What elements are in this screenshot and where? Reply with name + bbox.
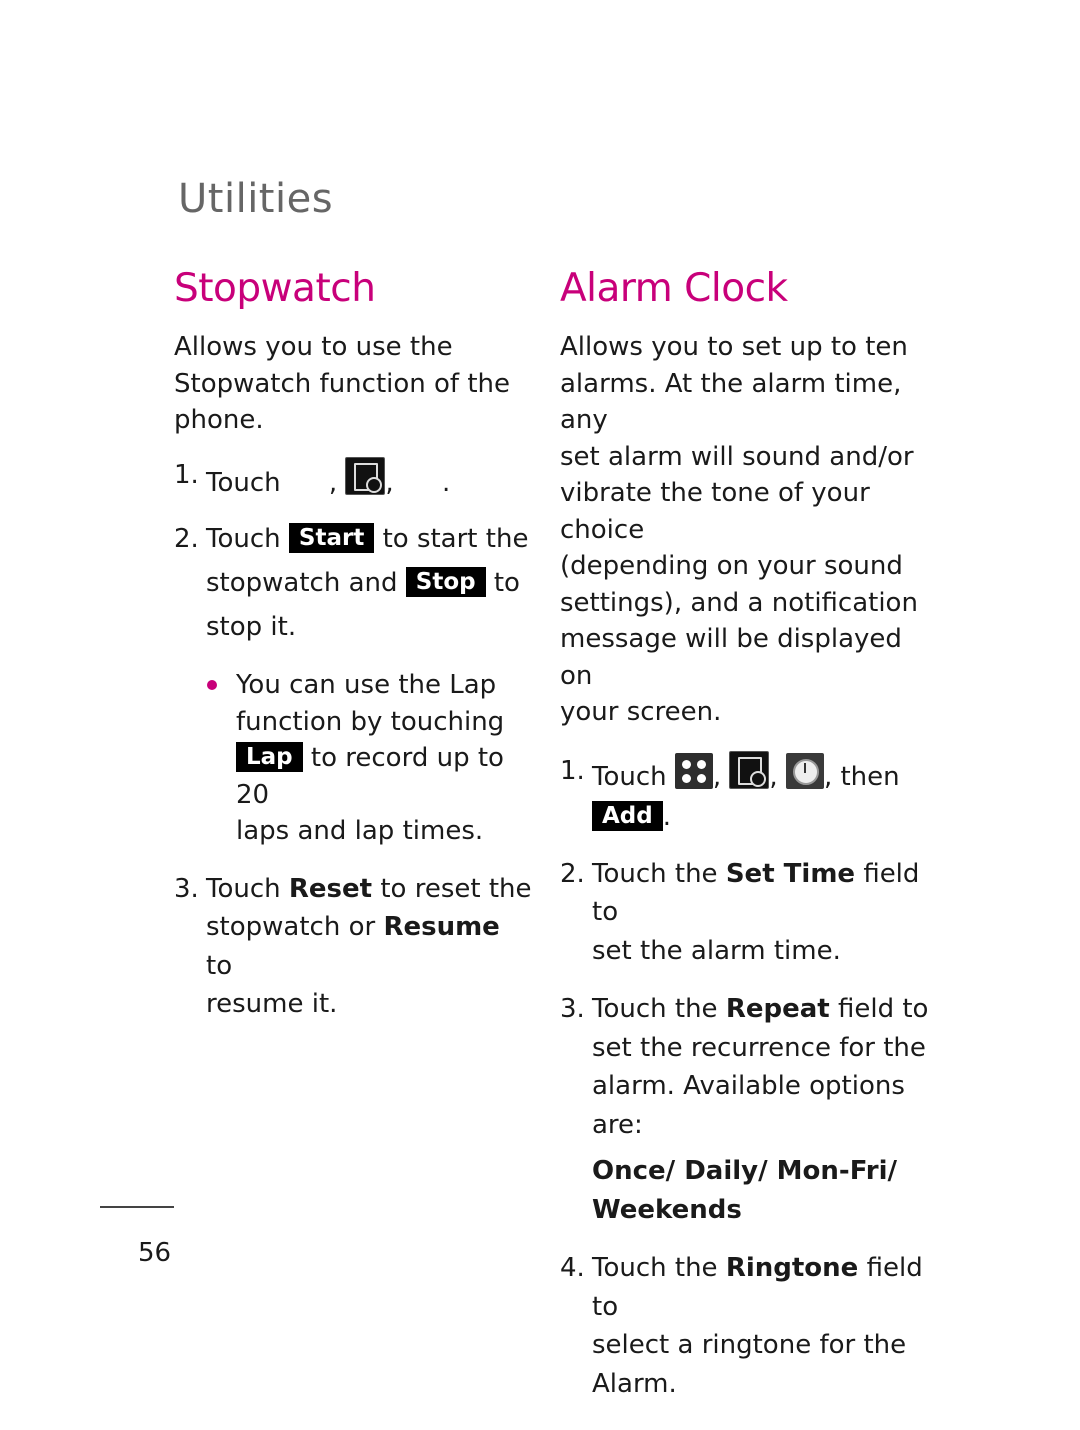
stopwatch-step-3: 3. Touch Reset to reset the stopwatch or… bbox=[174, 873, 532, 1020]
footer-rule bbox=[100, 1206, 174, 1208]
alarm-clock-icon bbox=[785, 752, 824, 789]
alarm-clock-heading: Alarm Clock bbox=[560, 266, 788, 311]
start-button[interactable]: Start bbox=[288, 523, 375, 553]
alarm-intro: Allows you to set up to ten alarms. At t… bbox=[560, 332, 918, 727]
lap-bullet: You can use the Lap function by touching… bbox=[174, 667, 534, 850]
add-button[interactable]: Add bbox=[592, 800, 663, 831]
section-title: Utilities bbox=[178, 176, 334, 222]
menu-icon bbox=[674, 752, 713, 789]
lap-button[interactable]: Lap bbox=[236, 742, 303, 772]
alarm-step-2: 2. Touch the Set Time field to set the a… bbox=[560, 858, 920, 966]
stop-button[interactable]: Stop bbox=[405, 567, 486, 597]
alarm-step-1: 1. Touch , , , then Add. bbox=[560, 750, 940, 837]
alarm-column: Allows you to set up to ten alarms. At t… bbox=[560, 329, 940, 1403]
alarm-step-3: 3. Touch the Repeat field to set the rec… bbox=[560, 994, 929, 1140]
stopwatch-step-1: 1. Touch , , . bbox=[174, 456, 534, 502]
stopwatch-column: Allows you to use the Stopwatch function… bbox=[174, 329, 534, 1024]
stopwatch-icon bbox=[345, 456, 386, 495]
stopwatch-icon bbox=[729, 750, 770, 789]
alarm-step-4: 4. Touch the Ringtone field to select a … bbox=[560, 1253, 923, 1399]
repeat-options: Once/ Daily/ Mon-Fri/ Weekends bbox=[592, 1156, 898, 1225]
bullet-icon bbox=[207, 680, 217, 690]
page-number: 56 bbox=[138, 1238, 172, 1268]
stopwatch-heading: Stopwatch bbox=[174, 266, 376, 311]
stopwatch-intro: Allows you to use the Stopwatch function… bbox=[174, 332, 511, 435]
stopwatch-step-2: 2. Touch Start to start the stopwatch an… bbox=[174, 523, 529, 642]
